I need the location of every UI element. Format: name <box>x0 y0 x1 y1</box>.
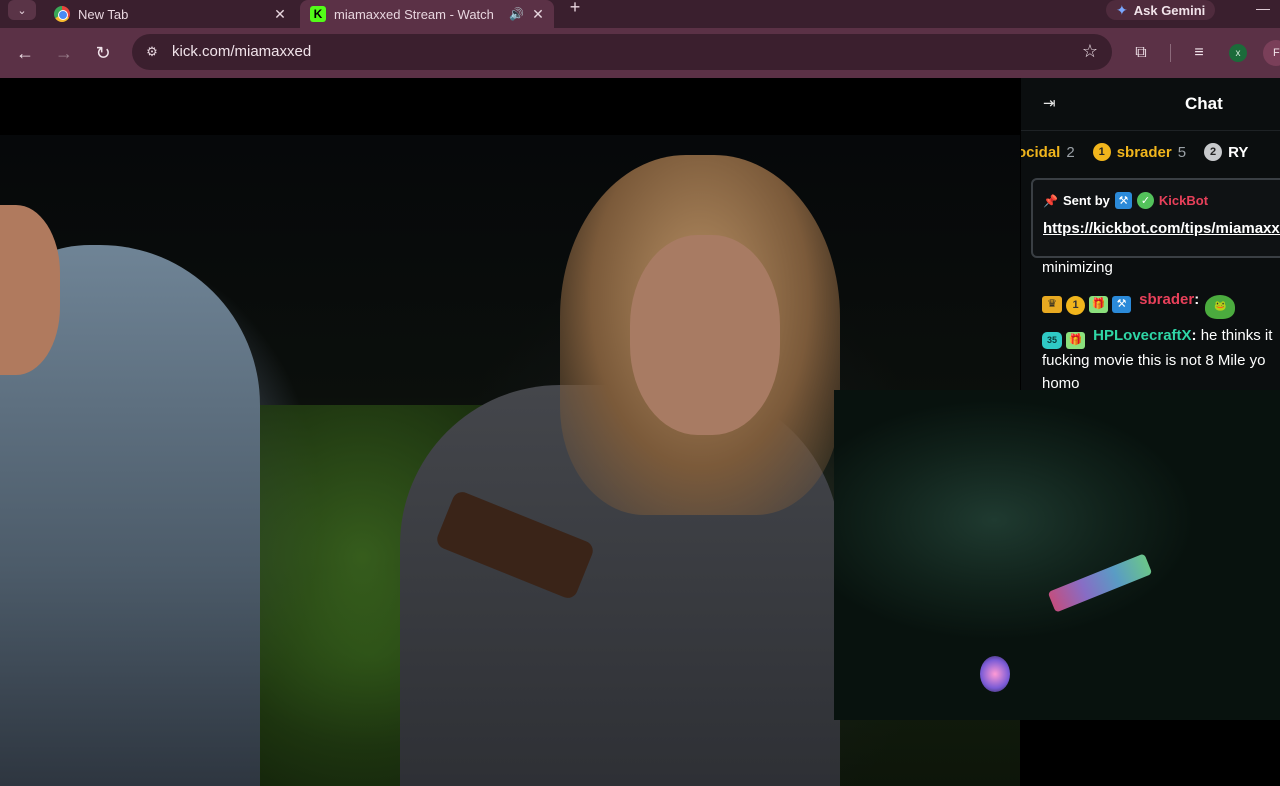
tab-title: miamaxxed Stream - Watch <box>334 6 494 22</box>
close-icon[interactable]: ✕ <box>528 6 548 23</box>
chat-title: Chat <box>1185 94 1223 113</box>
gemini-icon: ✦ <box>1116 1 1128 18</box>
verified-badge-icon: ✓ <box>1136 192 1154 209</box>
rank-1-badge-icon: 1 <box>1066 296 1085 315</box>
gifter-item[interactable]: ocidal 2 <box>1021 144 1075 161</box>
extensions-icon[interactable]: ⧉ <box>1129 41 1153 65</box>
video-person-left-head <box>0 205 60 375</box>
minimize-window-button[interactable]: — <box>1256 0 1270 16</box>
webcam-overlay <box>834 390 1280 720</box>
chrome-icon <box>54 6 70 22</box>
crown-badge-icon: ♛ <box>1042 296 1062 313</box>
rank-2-badge: 2 <box>1204 143 1223 161</box>
message-text: he thinks it <box>1200 327 1273 344</box>
browser-toolbar: ← → ↻ ⚙ kick.com/miamaxxed ☆ ⧉ ≡ x F <box>0 28 1280 78</box>
arrow-right-icon: → <box>55 42 73 63</box>
back-button[interactable]: ← <box>13 41 37 65</box>
rank-1-badge: 1 <box>1092 143 1111 161</box>
site-info-icon[interactable]: ⚙ <box>142 42 162 62</box>
pepe-emote-icon: 🐸 <box>1205 294 1236 319</box>
subscriber-badge-icon: 35 <box>1042 332 1062 349</box>
gifter-count: 2 <box>1066 143 1075 161</box>
toolbar-divider <box>1170 44 1171 62</box>
tab-strip: ⌄ New Tab ✕ K miamaxxed Stream - Watch 🔊… <box>0 0 1280 28</box>
speaker-icon[interactable]: 🔊 <box>509 7 524 21</box>
kick-icon: K <box>310 6 326 22</box>
ask-gemini-label: Ask Gemini <box>1133 2 1206 18</box>
new-tab-button[interactable]: + <box>564 0 586 18</box>
gifter-item[interactable]: 1 sbrader 5 <box>1092 143 1187 161</box>
message-text-line2: fucking movie this is not 8 Mile yo <box>1042 352 1266 369</box>
message-separator: : <box>1194 291 1200 308</box>
tab-title: New Tab <box>78 6 129 22</box>
sent-by-label: Sent by <box>1062 193 1110 208</box>
profile-menu-avatar[interactable]: F <box>1263 40 1280 66</box>
chevron-down-icon: ⌄ <box>17 4 27 17</box>
kick-page: ⇥ Chat ocidal 2 1 sbrader 5 2 RY 📌 Sent … <box>0 78 1280 786</box>
tab-new-tab[interactable]: New Tab ✕ <box>44 0 296 28</box>
gifter-name: RY <box>1228 143 1249 161</box>
address-bar[interactable]: ⚙ kick.com/miamaxxed ☆ <box>132 34 1112 70</box>
collapse-chat-icon[interactable]: ⇥ <box>1043 96 1063 112</box>
pinned-author[interactable]: KickBot <box>1159 193 1208 208</box>
pinned-sent-by: 📌 Sent by ⚒ ✓ KickBot <box>1043 192 1208 209</box>
gift-badge-icon: 🎁 <box>1089 296 1108 313</box>
pinned-link[interactable]: https://kickbot.com/tips/miamaxxed <box>1043 220 1280 237</box>
chat-message: 35 🎁 HPLovecraftX: he thinks it fucking … <box>1042 324 1272 390</box>
video-person-left <box>0 205 260 786</box>
media-controls-icon[interactable]: ≡ <box>1187 41 1211 65</box>
video-person-face <box>630 235 780 435</box>
message-text-line3: homo <box>1042 375 1080 390</box>
tab-search-button[interactable]: ⌄ <box>8 0 36 20</box>
profile-avatar[interactable]: x <box>1229 44 1247 62</box>
ask-gemini-button[interactable]: ✦ Ask Gemini <box>1106 0 1216 20</box>
message-username[interactable]: sbrader <box>1139 291 1194 308</box>
message-separator: : <box>1191 327 1197 344</box>
rgb-keyboard <box>1047 553 1153 613</box>
url-text[interactable]: kick.com/miamaxxed <box>172 43 311 60</box>
pin-icon: 📌 <box>1043 193 1058 208</box>
tab-kick-stream[interactable]: K miamaxxed Stream - Watch 🔊 ✕ <box>300 0 554 28</box>
close-icon[interactable]: ✕ <box>270 6 290 23</box>
forward-button[interactable]: → <box>52 41 76 65</box>
gifter-name: ocidal <box>1021 143 1061 161</box>
pinned-message: 📌 Sent by ⚒ ✓ KickBot https://kickbot.co… <box>1031 178 1280 258</box>
arrow-left-icon: ← <box>16 42 34 63</box>
chat-header: ⇥ Chat <box>1021 78 1280 131</box>
rgb-mouse <box>980 656 1010 692</box>
message-username[interactable]: HPLovecraftX <box>1093 327 1191 344</box>
gifter-count: 5 <box>1177 143 1187 161</box>
moderator-badge-icon: ⚒ <box>1112 296 1131 313</box>
gifter-name: sbrader <box>1116 143 1172 161</box>
chat-message: ♛ 1 🎁 ⚒ sbrader: 🐸 <box>1042 288 1236 319</box>
gift-badge-icon: 🎁 <box>1066 332 1085 349</box>
gifter-item[interactable]: 2 RY <box>1204 143 1248 161</box>
reload-icon: ↻ <box>95 42 111 63</box>
chat-message: minimizing <box>1042 256 1113 279</box>
top-gifters-bar: ocidal 2 1 sbrader 5 2 RY <box>1021 140 1280 164</box>
chat-panel: ⇥ Chat ocidal 2 1 sbrader 5 2 RY 📌 Sent … <box>1021 78 1280 390</box>
message-text: minimizing <box>1042 259 1113 276</box>
reload-button[interactable]: ↻ <box>91 41 115 65</box>
moderator-badge-icon: ⚒ <box>1114 192 1132 209</box>
bookmark-star-icon[interactable]: ☆ <box>1082 41 1098 62</box>
